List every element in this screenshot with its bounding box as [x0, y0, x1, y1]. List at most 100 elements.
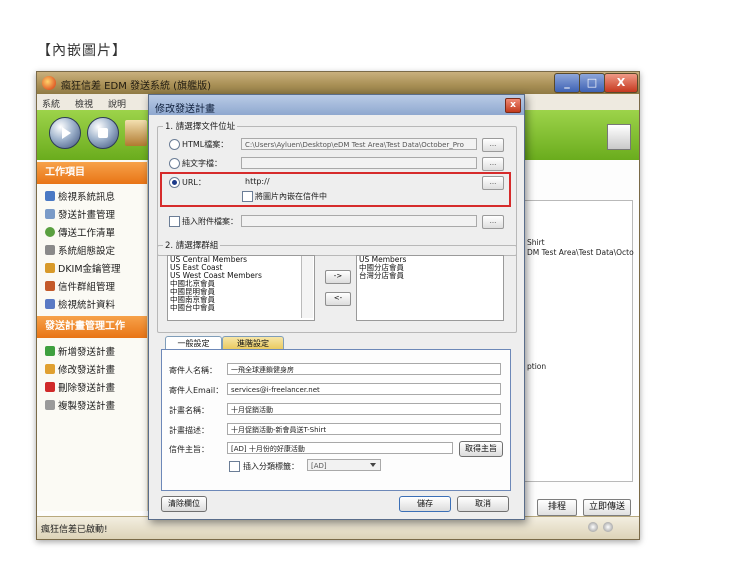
plan-name-input[interactable]: 十月促銷活動	[227, 403, 501, 415]
menu-help[interactable]: 說明	[108, 97, 126, 110]
embed-images-checkbox[interactable]	[242, 191, 253, 202]
section2-legend: 2. 請選擇群組	[163, 239, 221, 251]
sender-email-label: 寄件人Email：	[169, 386, 224, 395]
stop-button[interactable]	[87, 117, 119, 149]
selected-groups-list[interactable]: US Members 中國分店會員 台灣分店會員	[356, 255, 504, 321]
tab-advanced[interactable]: 進階設定	[222, 336, 284, 350]
config-icon	[45, 245, 55, 255]
messages-icon	[45, 191, 55, 201]
clear-fields-button[interactable]: 清除欄位	[161, 496, 207, 512]
get-subject-button[interactable]: 取得主旨	[459, 441, 503, 457]
content-text: ption	[527, 362, 547, 371]
sidebar-section-plan-tasks: 發送計畫管理工作	[37, 316, 147, 338]
sidebar-item-delete-plan[interactable]: 刪除發送計畫	[45, 380, 115, 394]
content-text: DM Test Area\Test Data\Octo	[527, 248, 634, 257]
list-item[interactable]: 台灣分店會員	[357, 272, 503, 280]
add-group-button[interactable]: ->	[325, 270, 351, 284]
html-browse-button[interactable]: ...	[482, 138, 504, 152]
app-title: 瘋狂信差 EDM 發送系統 (旗艦版)	[61, 81, 211, 92]
status-light-icon	[588, 522, 598, 532]
chevron-down-icon	[370, 463, 376, 467]
plan-name-label: 計畫名稱：	[169, 406, 209, 415]
cancel-button[interactable]: 取消	[457, 496, 509, 512]
subject-label: 信件主旨：	[169, 445, 209, 454]
plan-description-label: 計畫描述：	[169, 426, 209, 435]
chart-icon	[45, 299, 55, 309]
stop-icon	[98, 128, 108, 138]
schedule-button[interactable]: 排程	[537, 499, 577, 516]
sidebar-item-edit-plan[interactable]: 修改發送計畫	[45, 362, 115, 376]
url-highlight-box	[160, 172, 511, 207]
sender-name-label: 寄件人名稱：	[169, 366, 217, 375]
sender-email-input[interactable]: services@i-freelancer.net	[227, 383, 501, 395]
plan-description-input[interactable]: 十月促銷活動-新會員送T-Shirt	[227, 423, 501, 435]
sidebar-item-config[interactable]: 系統組態設定	[45, 243, 115, 257]
url-radio[interactable]	[169, 177, 180, 188]
attach-file-path[interactable]	[241, 215, 477, 227]
text-browse-button[interactable]: ...	[482, 157, 504, 171]
html-file-path[interactable]: C:\Users\Ayluen\Desktop\eDM Test Area\Te…	[241, 138, 477, 150]
send-now-button[interactable]: 立即傳送	[583, 499, 631, 516]
status-text: 瘋狂信差已啟動!	[41, 525, 108, 535]
url-value[interactable]: http://	[245, 177, 270, 186]
sidebar-item-groups[interactable]: 信件群組管理	[45, 279, 115, 293]
remove-group-button[interactable]: <-	[325, 292, 351, 306]
tag-select-value: [AD]	[311, 462, 327, 470]
text-file-path[interactable]	[241, 157, 477, 169]
sidebar-item-job-list[interactable]: 傳送工作清單	[45, 225, 115, 239]
html-file-label: HTML檔案：	[182, 140, 229, 149]
play-button[interactable]	[49, 117, 81, 149]
attach-file-checkbox[interactable]	[169, 216, 180, 227]
subject-input[interactable]: [AD] 十月份的好康活動	[227, 442, 453, 454]
menu-system[interactable]: 系統	[42, 97, 60, 110]
list-scrollbar[interactable]	[301, 256, 313, 318]
add-icon	[45, 346, 55, 356]
sidebar-item-new-plan[interactable]: 新增發送計畫	[45, 344, 115, 358]
insert-tag-label: 插入分類標籤：	[243, 462, 299, 471]
app-logo-icon	[42, 76, 56, 90]
html-file-radio[interactable]	[169, 139, 180, 150]
tab-general[interactable]: 一般設定	[165, 336, 222, 350]
copy-icon	[45, 400, 55, 410]
maximize-button[interactable]: □	[579, 73, 605, 93]
house-icon[interactable]	[125, 120, 147, 146]
list-item[interactable]: 中國台中會員	[168, 304, 314, 312]
plan-icon	[45, 209, 55, 219]
text-file-label: 純文字檔：	[182, 159, 222, 168]
key-icon	[45, 263, 55, 273]
section1-legend: 1. 請選擇文件位址	[163, 120, 238, 132]
close-window-button[interactable]: X	[604, 73, 638, 93]
sidebar-item-copy-plan[interactable]: 複製發送計畫	[45, 398, 115, 412]
menu-view[interactable]: 檢視	[75, 97, 93, 110]
sidebar-section-work-items: 工作項目	[37, 162, 147, 184]
group-icon	[45, 281, 55, 291]
text-file-radio[interactable]	[169, 158, 180, 169]
insert-tag-checkbox[interactable]	[229, 461, 240, 472]
pencil-icon	[45, 364, 55, 374]
dialog-titlebar: 修改發送計畫 x	[149, 95, 524, 115]
sidebar: 工作項目 檢視系統訊息 發送計畫管理 傳送工作清單 系統組態設定 DKIM金鑰管…	[37, 160, 148, 511]
caption: 【內嵌圖片】	[37, 43, 127, 59]
jobs-icon	[45, 227, 55, 237]
edit-note-icon[interactable]	[607, 124, 631, 150]
edit-plan-dialog: 修改發送計畫 x 1. 請選擇文件位址 HTML檔案： C:\Users\Ayl…	[148, 94, 525, 520]
embed-images-label: 將圖片內嵌在信件中	[255, 192, 327, 201]
url-label: URL：	[182, 178, 206, 187]
content-text: Shirt	[527, 238, 545, 247]
status-light-icon	[603, 522, 613, 532]
sidebar-item-view-messages[interactable]: 檢視系統訊息	[45, 189, 115, 203]
play-icon	[62, 127, 71, 139]
save-button[interactable]: 儲存	[399, 496, 451, 512]
attach-browse-button[interactable]: ...	[482, 215, 504, 229]
dialog-close-button[interactable]: x	[505, 98, 521, 113]
sidebar-item-statistics[interactable]: 檢視統計資料	[45, 297, 115, 311]
sidebar-item-plan-management[interactable]: 發送計畫管理	[45, 207, 115, 221]
attach-file-label: 插入附件檔案：	[182, 217, 238, 226]
url-browse-button[interactable]: ...	[482, 176, 504, 190]
delete-icon	[45, 382, 55, 392]
sender-name-input[interactable]: 一飛全球連鎖健身房	[227, 363, 501, 375]
minimize-button[interactable]: _	[554, 73, 580, 93]
sidebar-item-dkim[interactable]: DKIM金鑰管理	[45, 261, 121, 275]
available-groups-list[interactable]: US Central Members US East Coast US West…	[167, 255, 315, 321]
app-titlebar: 瘋狂信差 EDM 發送系統 (旗艦版) _ □ X	[37, 72, 639, 94]
